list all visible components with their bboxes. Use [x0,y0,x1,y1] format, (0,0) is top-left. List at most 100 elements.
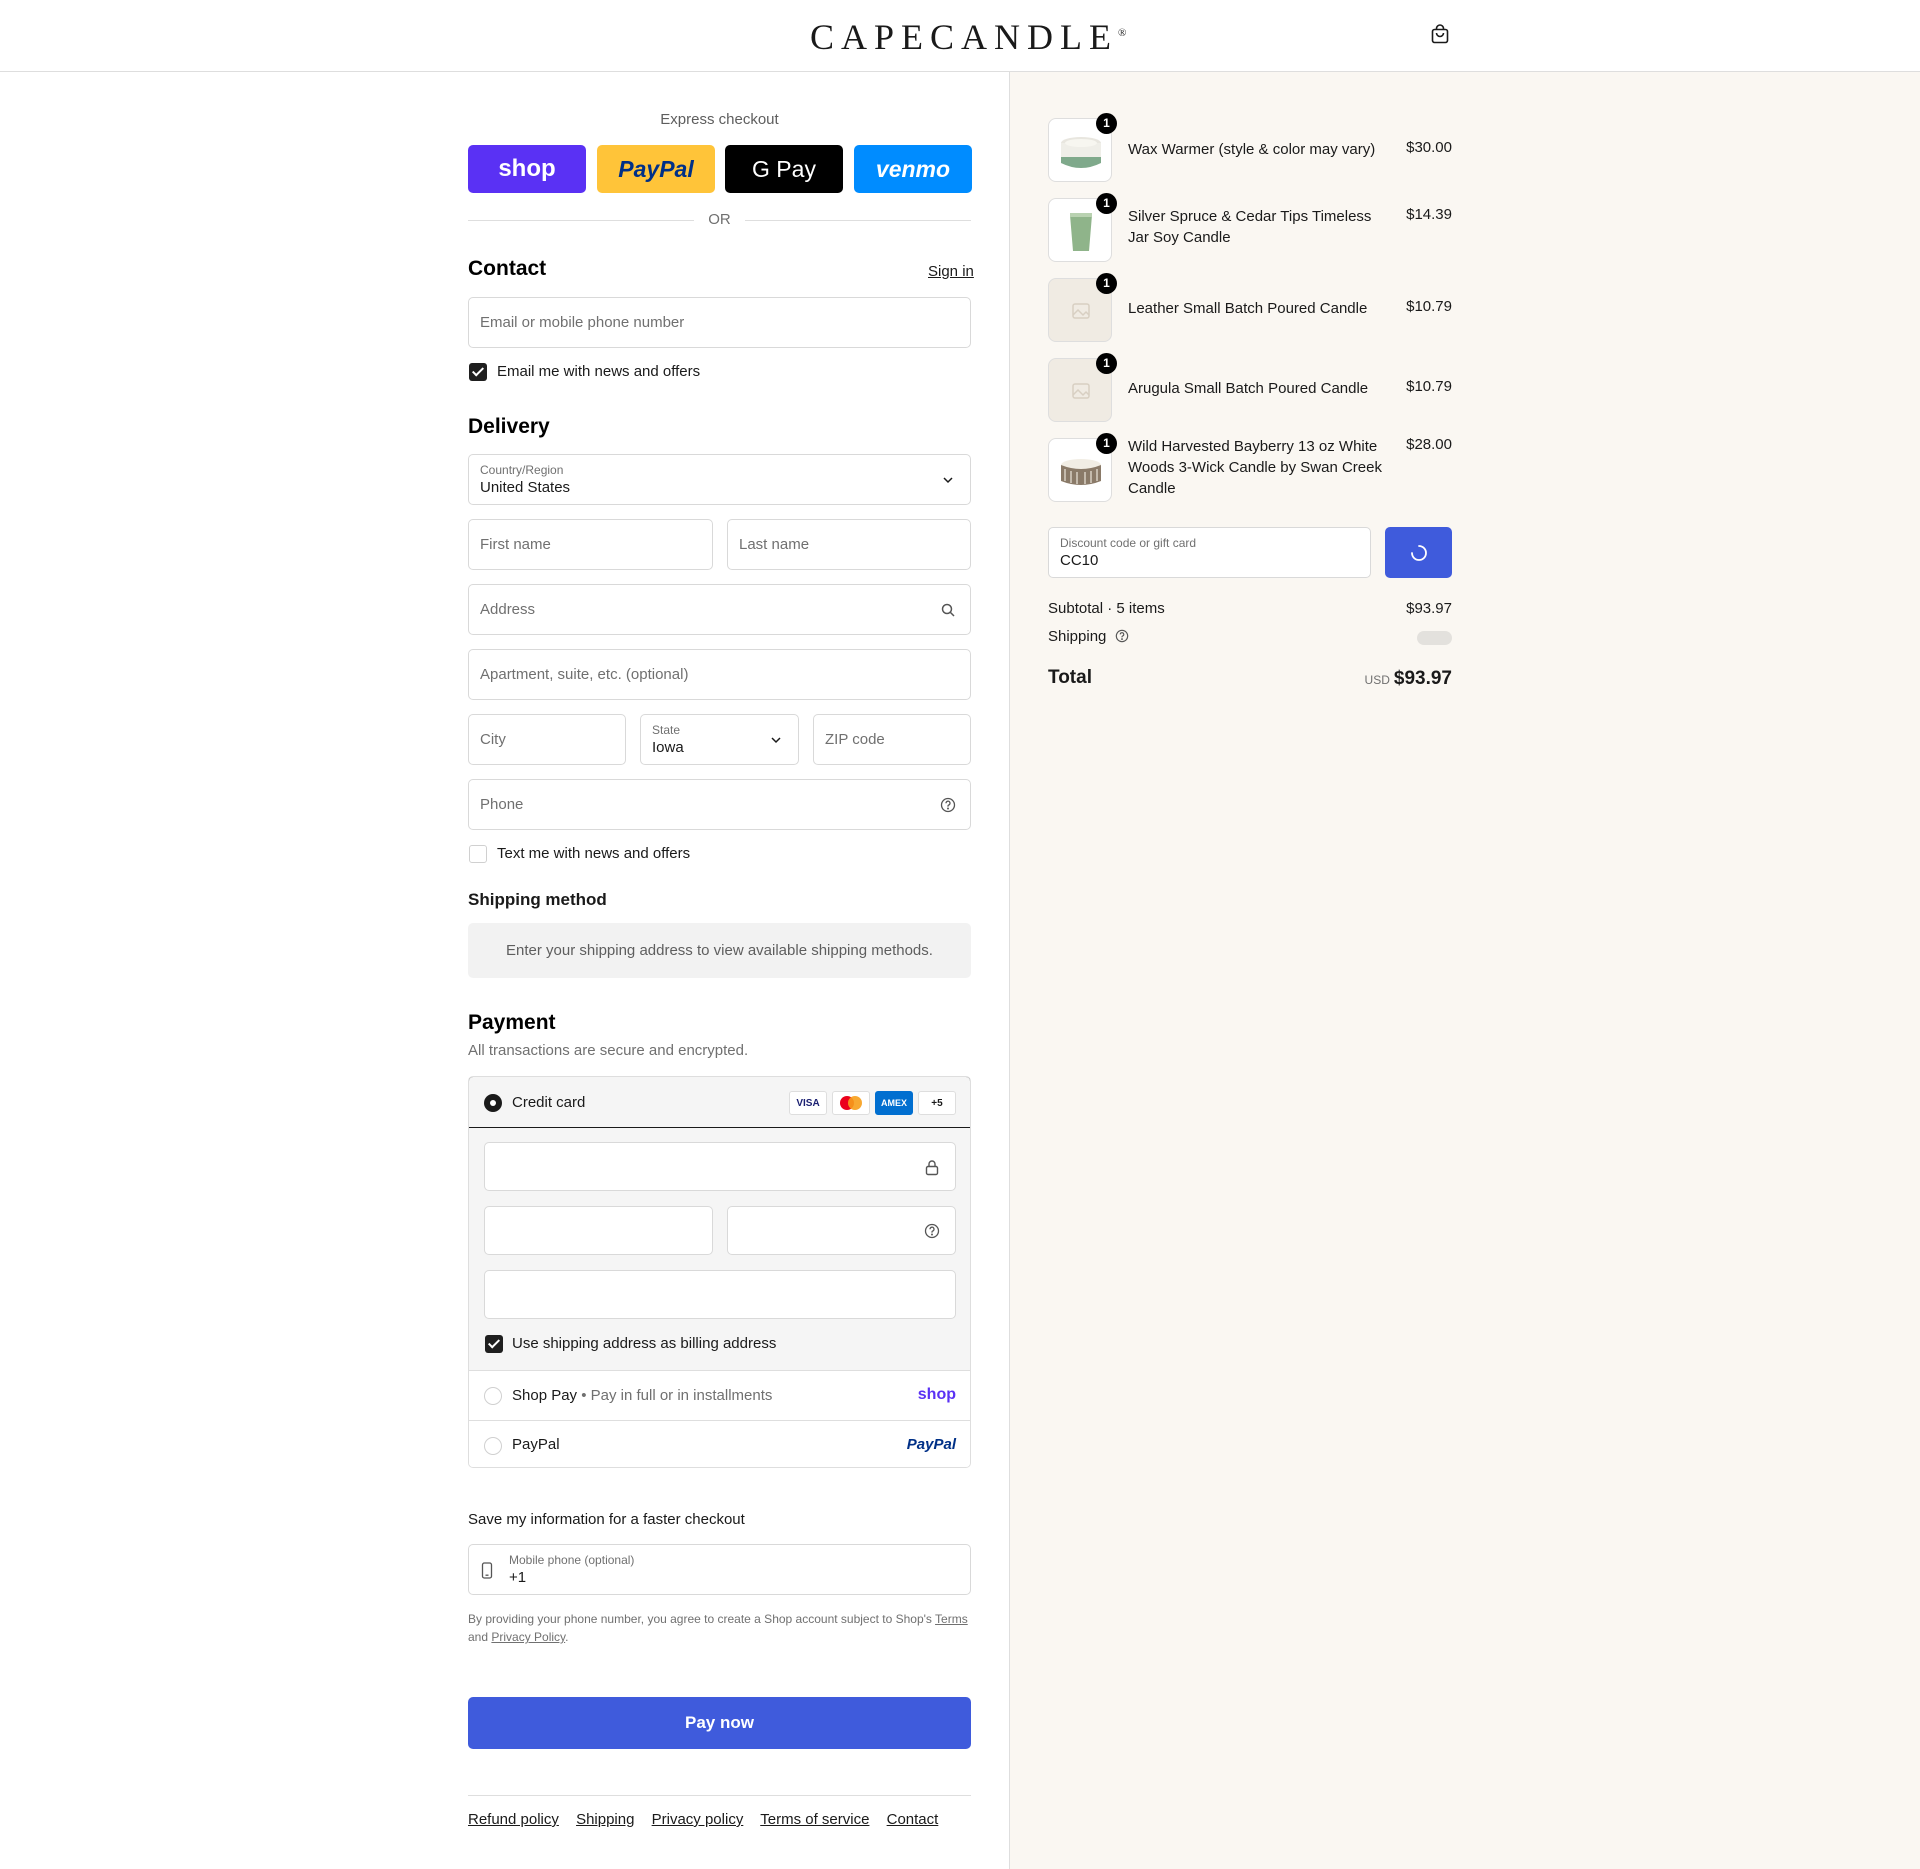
venmo-label: venmo [875,155,951,182]
mobile-phone-field[interactable]: Mobile phone (optional) +1 [468,1544,971,1595]
card-number-field[interactable] [484,1142,956,1191]
venmo-express-button[interactable]: venmo [854,145,972,193]
item-price: $14.39 [1406,206,1452,223]
chevron-down-icon [943,477,953,484]
shop-pay-option[interactable]: Shop Pay • Pay in full or in installment… [469,1370,970,1420]
country-value: United States [480,479,571,496]
state-select[interactable]: State Iowa [640,714,799,765]
save-info-heading: Save my information for a faster checkou… [468,1511,745,1528]
apartment-field[interactable]: Apartment, suite, etc. (optional) [468,649,971,700]
shop-pay-logo: shop [917,1386,956,1403]
shipping-method-message: Enter your shipping address to view avai… [468,923,971,978]
item-price: $10.79 [1406,298,1452,315]
country-select[interactable]: Country/Region United States [468,454,971,505]
last-name-field[interactable]: Last name [727,519,971,570]
address-field[interactable]: Address [468,584,971,635]
shop-terms-text: By providing your phone number, you agre… [468,1610,971,1646]
or-divider: OR [468,210,971,230]
subtotal-row: Subtotal · 5 items $93.97 [1048,600,1452,617]
billing-address-checkbox[interactable] [485,1335,503,1353]
shipping-method-heading: Shipping method [468,890,607,909]
shop-pay-label: shop [498,155,556,182]
footer-divider [468,1795,971,1796]
sign-in-link[interactable]: Sign in [928,263,974,280]
discount-value: CC10 [1060,552,1099,569]
item-price: $28.00 [1406,436,1452,453]
text-news-label: Text me with news and offers [497,845,691,862]
terms-of-service-link[interactable]: Terms of service [760,1811,869,1828]
payment-methods: Credit card VISA AMEX +5 Use shipping ad… [468,1076,971,1468]
loading-spinner-icon [1411,545,1427,561]
discount-code-field[interactable]: Discount code or gift card CC10 [1048,527,1371,578]
phone-field[interactable]: Phone [468,779,971,830]
refund-policy-link[interactable]: Refund policy [468,1811,559,1828]
header: CAPECANDLE® [0,0,1920,72]
email-news-checkbox[interactable] [469,363,487,381]
first-name-field[interactable]: First name [468,519,713,570]
credit-card-radio[interactable] [484,1094,502,1112]
help-circle-icon[interactable] [940,797,956,813]
billing-address-label: Use shipping address as billing address [512,1335,777,1352]
privacy-policy-link[interactable]: Privacy policy [652,1811,744,1828]
item-name: Silver Spruce & Cedar Tips Timeless Jar … [1128,208,1372,246]
paypal-radio[interactable] [484,1437,502,1455]
expiration-date-field[interactable] [484,1206,713,1255]
chevron-down-icon [771,737,781,744]
paypal-option[interactable]: PayPal PayPal [469,1420,970,1467]
pay-now-button[interactable]: Pay now [468,1697,971,1749]
name-on-card-field[interactable] [484,1270,956,1319]
mobile-phone-icon [481,1562,493,1579]
item-name: Arugula Small Batch Poured Candle [1128,380,1369,397]
state-label: State [652,723,681,737]
store-logo[interactable]: CAPECANDLE® [810,16,1126,58]
item-name: Wild Harvested Bayberry 13 oz White Wood… [1128,438,1382,497]
quantity-badge: 1 [1096,353,1117,374]
help-circle-icon[interactable] [924,1223,940,1239]
logo-mark: ® [1118,27,1127,39]
apply-discount-button[interactable] [1385,527,1452,578]
amex-icon: AMEX [875,1091,913,1115]
quantity-badge: 1 [1096,193,1117,214]
product-thumbnail: 1 [1048,433,1117,502]
shipping-loading-placeholder [1417,631,1452,645]
product-thumbnail: 1 [1048,193,1117,262]
currency-code: USD [1364,673,1390,687]
email-field[interactable]: Email or mobile phone number [468,297,971,348]
shop-terms-end: . [565,1630,569,1644]
logo-text: CAPECANDLE [810,17,1119,57]
credit-card-form: Use shipping address as billing address [469,1128,970,1370]
shop-privacy-link[interactable]: Privacy Policy [491,1630,565,1644]
product-thumbnail: 1 [1048,353,1117,422]
item-name: Wax Warmer (style & color may vary) [1128,141,1376,158]
help-circle-icon[interactable] [1115,629,1129,643]
text-news-checkbox[interactable] [469,845,487,863]
more-cards-badge: +5 [918,1091,956,1115]
apartment-placeholder: Apartment, suite, etc. (optional) [480,666,689,683]
subtotal-label: Subtotal · 5 items [1048,600,1165,617]
shipping-link[interactable]: Shipping [576,1811,634,1828]
shop-pay-express-button[interactable]: shop [468,145,586,193]
contact-link[interactable]: Contact [887,1811,939,1828]
mastercard-icon [832,1091,870,1115]
order-item: 1 Wild Harvested Bayberry 13 oz White Wo… [1048,433,1452,504]
city-field[interactable]: City [468,714,626,765]
total-label: Total [1048,667,1092,688]
state-value: Iowa [652,739,684,756]
shop-terms-and: and [468,1630,489,1644]
total-value: $93.97 [1393,668,1452,689]
shop-terms-link[interactable]: Terms [935,1612,968,1626]
zip-placeholder: ZIP code [825,731,885,748]
paypal-express-button[interactable]: PayPal [597,145,715,193]
express-checkout-title: Express checkout [660,111,779,128]
google-pay-express-button[interactable]: G Pay [725,145,843,193]
credit-card-option[interactable]: Credit card VISA AMEX +5 [469,1077,970,1128]
shopping-bag-icon[interactable] [1430,24,1450,44]
shipping-label: Shipping [1048,628,1107,645]
shop-pay-radio[interactable] [484,1387,502,1405]
zip-field[interactable]: ZIP code [813,714,971,765]
order-item: 1 Leather Small Batch Poured Candle $10.… [1048,273,1452,344]
paypal-logo: PayPal [906,1436,956,1453]
item-name: Leather Small Batch Poured Candle [1128,300,1368,317]
product-thumbnail: 1 [1048,113,1117,182]
security-code-field[interactable] [727,1206,956,1255]
